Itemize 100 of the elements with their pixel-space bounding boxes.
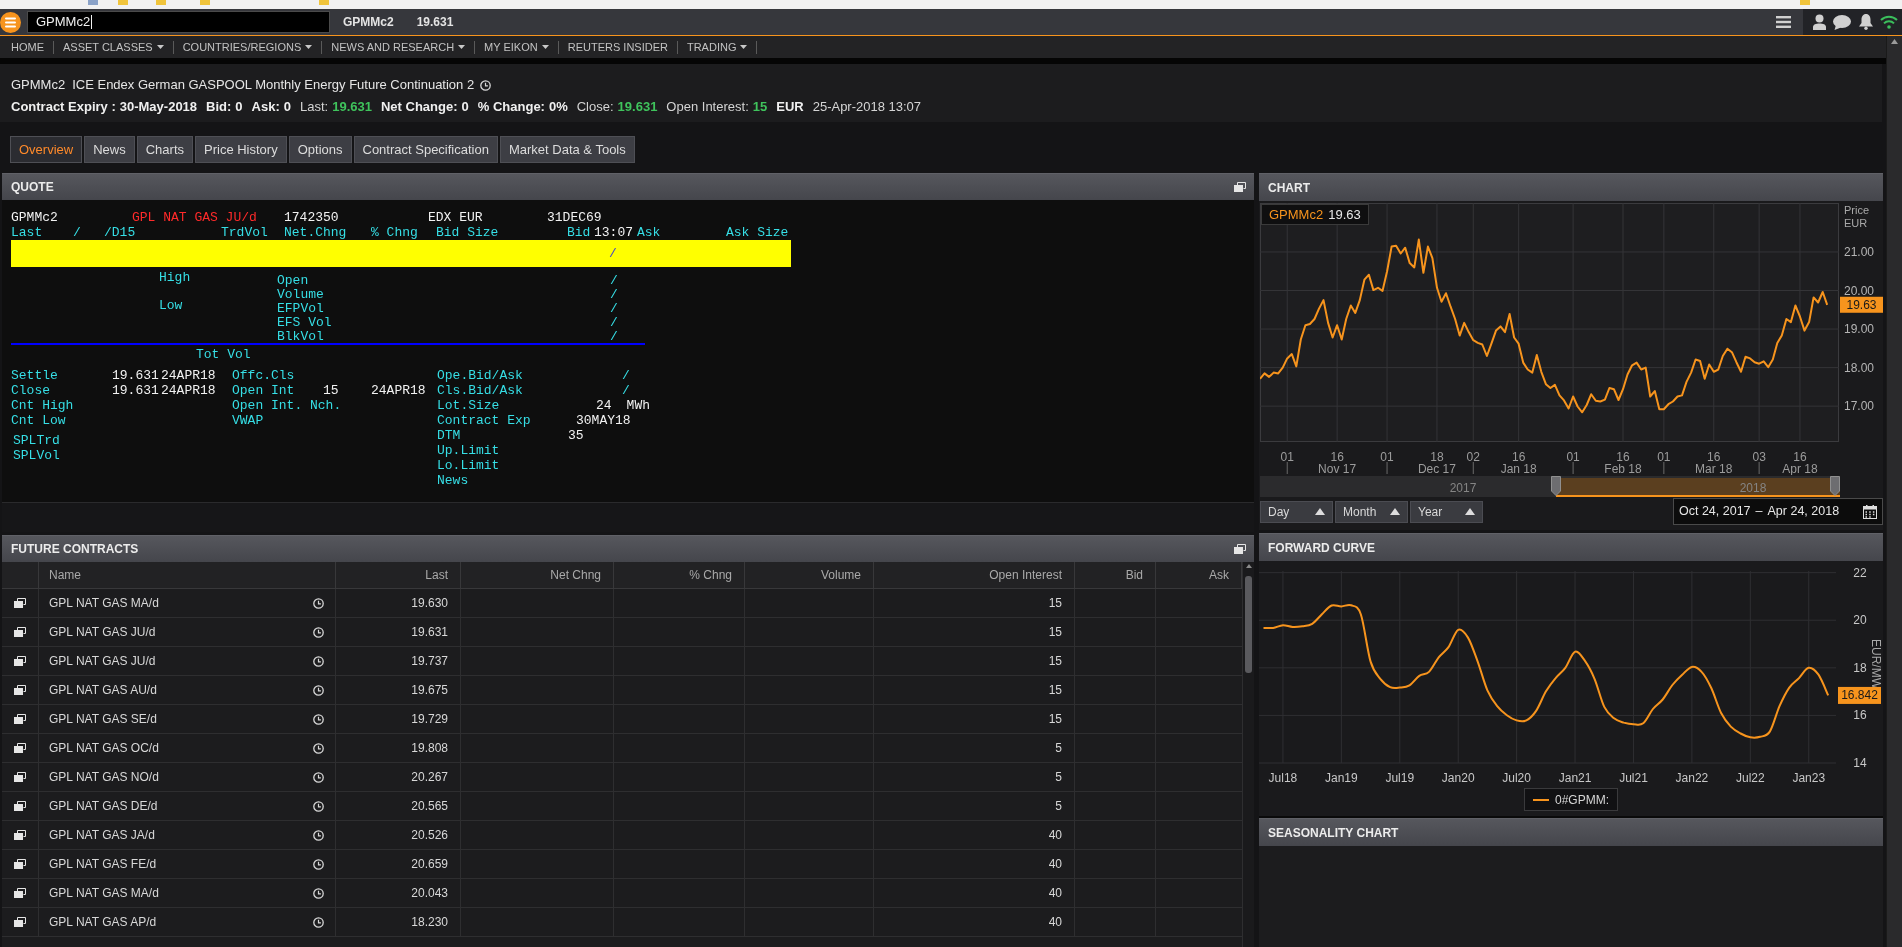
clock-icon[interactable]	[313, 713, 324, 725]
bell-icon[interactable]	[1858, 14, 1873, 30]
windows-icon[interactable]	[14, 598, 26, 608]
field-label: Bid Size	[436, 225, 499, 240]
windows-icon[interactable]	[14, 801, 26, 811]
axis-title: EUR/MW	[1869, 639, 1883, 689]
page-scrollbar[interactable]	[1886, 36, 1902, 947]
table-row[interactable]: GPL NAT GAS OC/d 19.808 5	[2, 734, 1242, 763]
last-price: 19.808	[411, 740, 448, 757]
range-selector[interactable]: 2017 2018	[1260, 476, 1840, 497]
range-handle[interactable]	[1830, 476, 1840, 496]
menu-item[interactable]: NEWS AND RESEARCH	[322, 40, 476, 54]
range-handle[interactable]	[1550, 476, 1561, 496]
tab[interactable]: Market Data & Tools	[499, 136, 635, 163]
field-value: 24APR18	[161, 368, 216, 383]
column-header[interactable]: Last	[425, 566, 448, 584]
tab[interactable]: Contract Specification	[353, 136, 498, 163]
field-label: News	[437, 473, 469, 488]
field-label: Net.Chng	[284, 225, 347, 240]
contract-name: GPL NAT GAS AU/d	[49, 682, 157, 699]
clock-icon[interactable]	[480, 79, 492, 91]
scrollbar-thumb[interactable]	[1245, 576, 1252, 673]
wifi-icon[interactable]	[1880, 15, 1899, 29]
x-axis-label: Jul19	[1385, 771, 1415, 785]
series-value: 19.63	[1328, 205, 1361, 224]
table-row[interactable]: GPL NAT GAS SE/d 19.729 15	[2, 705, 1242, 734]
tab[interactable]: Charts	[136, 136, 193, 163]
windows-icon[interactable]	[14, 627, 26, 637]
table-row[interactable]: GPL NAT GAS JA/d 20.526 40	[2, 821, 1242, 850]
calendar-icon[interactable]	[1863, 504, 1877, 519]
open-interest: 40	[1048, 827, 1062, 844]
tab[interactable]: Overview	[10, 136, 83, 163]
menu-item[interactable]: ASSET CLASSES	[54, 40, 174, 54]
table-row[interactable]: GPL NAT GAS AU/d 19.675 15	[2, 676, 1242, 705]
field-label: VWAP	[232, 413, 264, 428]
panel-title: FORWARD CURVE	[1268, 539, 1375, 557]
tab[interactable]: Price History	[195, 136, 287, 163]
period-button[interactable]: Month	[1335, 500, 1408, 523]
column-header[interactable]: Bid	[1125, 566, 1143, 584]
windows-icon[interactable]	[14, 917, 26, 927]
column-header[interactable]: Open Interest	[989, 566, 1062, 584]
windows-icon[interactable]	[1234, 544, 1246, 554]
tab[interactable]: Options	[288, 136, 352, 163]
table-row[interactable]: GPL NAT GAS JU/d 19.631 15	[2, 618, 1242, 647]
clock-icon[interactable]	[313, 597, 324, 609]
table-row[interactable]: GPL NAT GAS MA/d 19.630 15	[2, 589, 1242, 618]
windows-icon[interactable]	[14, 743, 26, 753]
user-icon[interactable]	[1812, 14, 1826, 30]
menu-item[interactable]: REUTERS INSIDER	[558, 40, 678, 54]
caret-up-icon[interactable]	[1891, 39, 1898, 44]
clock-icon[interactable]	[313, 655, 324, 667]
field-value: 24	[596, 398, 612, 413]
clock-icon[interactable]	[313, 742, 324, 754]
column-header[interactable]: Net Chng	[550, 566, 601, 584]
clock-icon[interactable]	[313, 887, 324, 899]
column-header[interactable]: % Chng	[689, 566, 732, 584]
windows-icon[interactable]	[14, 859, 26, 869]
chat-icon[interactable]	[1833, 14, 1852, 30]
table-row[interactable]: GPL NAT GAS DE/d 20.565 5	[2, 792, 1242, 821]
column-header[interactable]: Name	[49, 566, 81, 584]
windows-icon[interactable]	[14, 772, 26, 782]
x-axis-label: 02	[1466, 450, 1480, 464]
field-label: Settle	[11, 368, 58, 383]
column-header[interactable]: Volume	[820, 566, 861, 584]
clock-icon[interactable]	[313, 858, 324, 870]
menu-item[interactable]: COUNTRIES/REGIONS	[173, 40, 323, 54]
windows-icon[interactable]	[1234, 182, 1246, 192]
menu-item[interactable]: TRADING	[677, 40, 758, 54]
date-range-field[interactable]: Oct 24, 2017 – Apr 24, 2018	[1673, 498, 1883, 525]
period-button[interactable]: Year	[1410, 500, 1483, 523]
windows-icon[interactable]	[14, 685, 26, 695]
windows-icon[interactable]	[14, 888, 26, 898]
logo-icon[interactable]	[0, 11, 21, 33]
menu-icon[interactable]	[1776, 16, 1791, 28]
clock-icon[interactable]	[313, 684, 324, 696]
table-row[interactable]: GPL NAT GAS JU/d 19.737 15	[2, 647, 1242, 676]
caret-up-icon[interactable]	[1245, 564, 1252, 568]
scrollbar[interactable]	[1242, 562, 1254, 947]
clock-icon[interactable]	[313, 829, 324, 841]
clock-icon[interactable]	[313, 916, 324, 928]
table-row[interactable]: GPL NAT GAS AP/d 18.230 40	[2, 908, 1242, 937]
y-axis-label: 20	[1853, 613, 1867, 628]
table-row[interactable]: GPL NAT GAS FE/d 20.659 40	[2, 850, 1242, 879]
tab[interactable]: News	[84, 136, 135, 163]
table-row[interactable]: GPL NAT GAS MA/d 20.043 40	[2, 879, 1242, 908]
field-value: 24APR18	[161, 383, 216, 398]
column-header[interactable]: Ask	[1209, 566, 1229, 584]
windows-icon[interactable]	[14, 830, 26, 840]
period-button[interactable]: Day	[1260, 500, 1333, 523]
menu-item[interactable]: HOME	[2, 40, 54, 54]
clock-icon[interactable]	[313, 771, 324, 783]
menu-item[interactable]: MY EIKON	[475, 40, 559, 54]
windows-icon[interactable]	[14, 714, 26, 724]
clock-icon[interactable]	[313, 800, 324, 812]
field-label: Bid:	[206, 98, 232, 117]
clock-icon[interactable]	[313, 626, 324, 638]
month-label: Apr 18	[1782, 462, 1818, 475]
search-field[interactable]: GPMMc2	[27, 11, 330, 33]
table-row[interactable]: GPL NAT GAS NO/d 20.267 5	[2, 763, 1242, 792]
windows-icon[interactable]	[14, 656, 26, 666]
